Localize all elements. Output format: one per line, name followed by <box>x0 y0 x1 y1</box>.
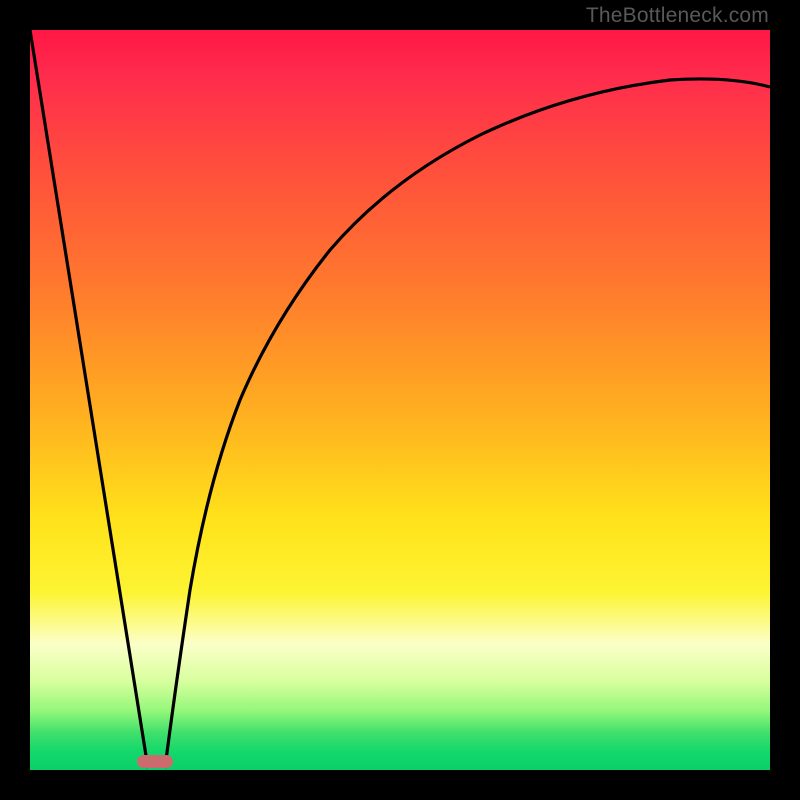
optimal-marker <box>137 755 173 768</box>
curve-left-branch <box>30 30 148 768</box>
curve-right-branch <box>165 79 770 768</box>
plot-area <box>30 30 770 770</box>
watermark-text: TheBottleneck.com <box>586 4 769 28</box>
chart-frame: TheBottleneck.com <box>0 0 800 800</box>
bottleneck-curve <box>30 30 770 770</box>
